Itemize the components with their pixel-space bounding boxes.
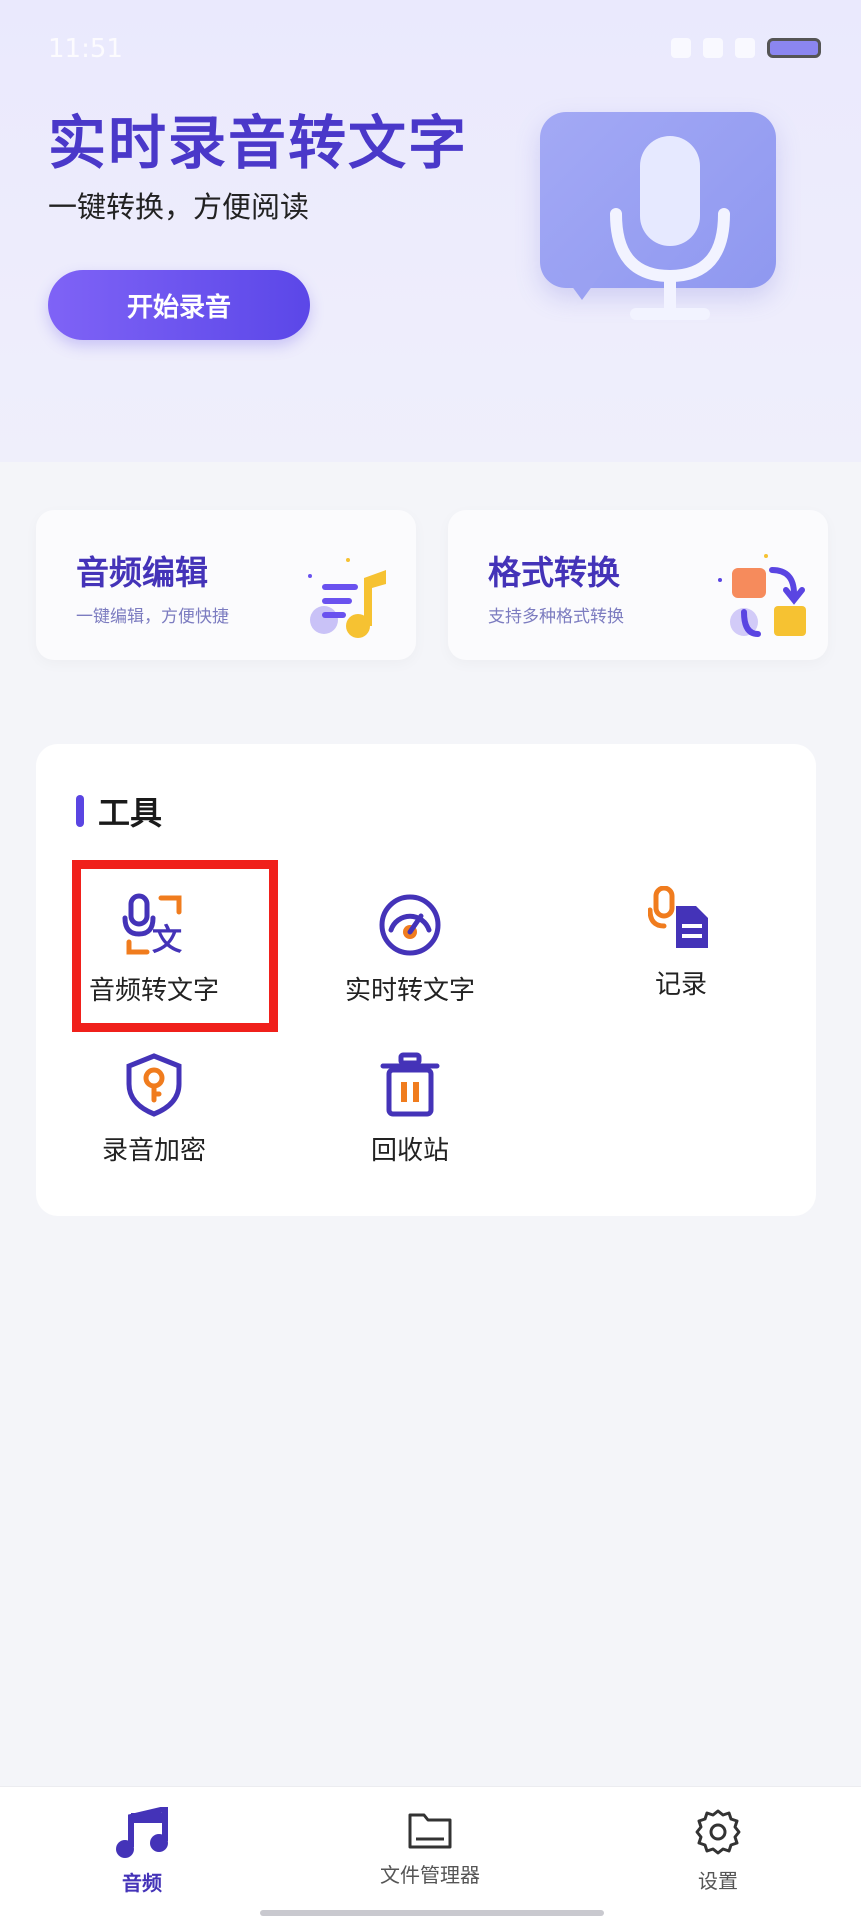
tool-label: 回收站: [370, 1136, 449, 1166]
gear-icon: [695, 1809, 741, 1855]
tool-label: 实时转文字: [344, 976, 475, 1006]
feature-card-format-convert[interactable]: 格式转换 支持多种格式转换: [448, 510, 828, 660]
tool-label: 录音加密: [101, 1136, 206, 1166]
bottom-tab-bar: 音频 文件管理器 设置: [0, 1786, 861, 1921]
highlight-box: [72, 860, 278, 1032]
feature-title: 格式转换: [488, 553, 620, 592]
tool-realtime-to-text[interactable]: 实时转文字: [310, 890, 510, 1030]
tools-title: 工具: [98, 794, 163, 832]
speech-bubble-tail: [560, 270, 604, 300]
shield-key-icon: [119, 1050, 189, 1120]
status-icons: [671, 38, 821, 58]
hero-title: 实时录音转文字: [48, 109, 469, 177]
music-notes-art-icon: [308, 558, 386, 638]
trash-icon: [375, 1050, 445, 1120]
tab-audio[interactable]: 音频: [42, 1807, 242, 1896]
tool-records[interactable]: 记录: [581, 884, 781, 1024]
tab-settings[interactable]: 设置: [618, 1807, 818, 1894]
folder-icon: [408, 1813, 452, 1849]
mic-document-icon: [646, 884, 716, 954]
feature-subtitle: 一键编辑，方便快捷: [76, 607, 229, 627]
tools-header: 工具: [76, 788, 162, 834]
signal-icon: [703, 38, 723, 58]
notification-icon: [671, 38, 691, 58]
start-recording-button[interactable]: 开始录音: [48, 270, 310, 340]
wifi-icon: [735, 38, 755, 58]
tool-recording-encryption[interactable]: 录音加密: [54, 1050, 254, 1190]
tab-label: 文件管理器: [380, 1863, 480, 1887]
status-time: 11:51: [48, 34, 123, 64]
tab-label: 音频: [122, 1871, 162, 1895]
battery-icon: [767, 38, 821, 58]
tab-label: 设置: [698, 1869, 738, 1893]
hero-subtitle: 一键转换，方便阅读: [48, 190, 310, 224]
home-indicator: [260, 1910, 604, 1916]
feature-title: 音频编辑: [76, 553, 208, 592]
tool-recycle-bin[interactable]: 回收站: [310, 1050, 510, 1190]
microphone-icon: [610, 136, 730, 320]
section-accent-bar: [76, 795, 84, 827]
format-convert-art-icon: [718, 554, 806, 637]
status-bar: 11:51: [0, 34, 861, 70]
tool-label: 记录: [654, 970, 707, 1000]
music-note-icon: [116, 1807, 168, 1858]
feature-subtitle: 支持多种格式转换: [488, 607, 624, 627]
feature-card-audio-edit[interactable]: 音频编辑 一键编辑，方便快捷: [36, 510, 416, 660]
tab-file-manager[interactable]: 文件管理器: [330, 1807, 530, 1888]
speedometer-icon: [375, 890, 445, 960]
